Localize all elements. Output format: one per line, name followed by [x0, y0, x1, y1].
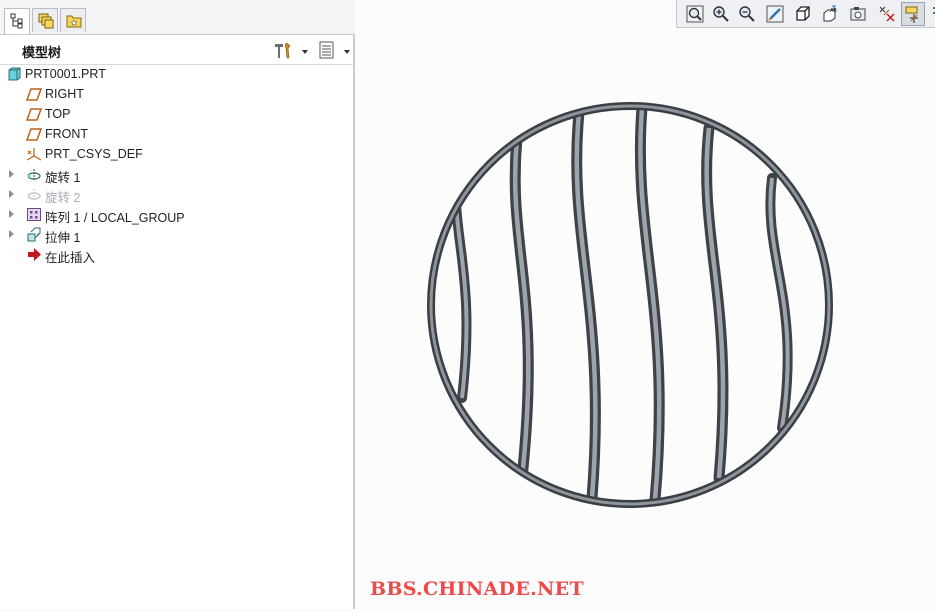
zoom-out-icon: [739, 6, 755, 22]
chevron-down-icon: [302, 50, 308, 54]
insert-here-arrow-icon: [28, 248, 41, 261]
tree-settings-button[interactable]: [273, 41, 308, 59]
tree-item-revolve-1[interactable]: 旋转 1: [0, 164, 353, 185]
settings-hammer-icon: [275, 42, 291, 59]
tree-item-label: PRT_CSYS_DEF: [45, 147, 143, 161]
model-tree-panel: 模型树 PRT0001.PRT RIGHT TOP FRONT PRT_CSYS…: [0, 0, 355, 609]
annotation-display-icon: [933, 7, 935, 14]
wavy-bars: [450, 109, 793, 501]
refit-button[interactable]: [683, 2, 707, 26]
navigator-tabs: [0, 0, 355, 35]
tree-item-prt-csys-def[interactable]: PRT_CSYS_DEF: [0, 144, 353, 164]
view-manager-icon: [850, 7, 866, 21]
tree-item-label: TOP: [45, 107, 71, 121]
revolve-icon: [27, 189, 41, 201]
tree-item-top[interactable]: TOP: [0, 104, 353, 124]
saved-orientations-button[interactable]: AB: [819, 2, 843, 26]
part-icon: [8, 67, 21, 81]
expand-arrow-icon[interactable]: [9, 170, 14, 178]
refit-icon: [686, 5, 704, 23]
tab-favorites[interactable]: [60, 8, 86, 32]
tree-columns-button[interactable]: [318, 41, 350, 59]
layers-tab-icon: [38, 13, 54, 29]
graphics-viewport[interactable]: [357, 28, 935, 609]
spin-center-button[interactable]: [901, 2, 925, 26]
tree-item-revolve-2[interactable]: 旋转 2: [0, 184, 353, 205]
model-tree-tab-icon: [10, 13, 23, 29]
wavy-bar-3: [571, 109, 601, 501]
model-tree-title: 模型树: [22, 45, 62, 60]
model-tree-header: 模型树: [0, 36, 353, 65]
repaint-button[interactable]: [763, 2, 787, 26]
tree-item-label: FRONT: [45, 127, 89, 141]
revolve-icon: [27, 169, 41, 181]
tree-item-pattern-1[interactable]: 阵列 1 / LOCAL_GROUP: [0, 204, 353, 225]
tree-item-label: PRT0001.PRT: [25, 67, 106, 81]
tree-item-insert-here[interactable]: 在此插入: [0, 244, 353, 265]
expand-arrow-icon[interactable]: [9, 230, 14, 238]
zoom-in-icon: [713, 6, 729, 22]
saved-orientations-icon: AB: [823, 5, 837, 22]
zoom-in-button[interactable]: [709, 2, 733, 26]
tab-model-tree[interactable]: [4, 8, 30, 34]
graphics-toolbar: AB: [676, 0, 935, 28]
view-manager-button[interactable]: [847, 2, 871, 26]
watermark: BBS.CHINADE.NET: [370, 578, 584, 600]
outer-ring: [427, 102, 833, 508]
datum-display-filter-button[interactable]: [875, 2, 899, 26]
pattern-icon: [27, 208, 41, 221]
tab-layers[interactable]: [32, 8, 58, 32]
expand-arrow-icon[interactable]: [9, 210, 14, 218]
tree-item-right[interactable]: RIGHT: [0, 84, 353, 104]
repaint-icon: [766, 5, 784, 23]
svg-text:AB: AB: [830, 8, 837, 14]
datum-plane-icon: [26, 88, 42, 101]
chevron-down-icon: [344, 50, 350, 54]
tree-item-extrude-1[interactable]: 拉伸 1: [0, 224, 353, 245]
extrude-icon: [27, 227, 41, 242]
datum-plane-icon: [26, 108, 42, 121]
datum-plane-icon: [26, 128, 42, 141]
tree-item-label: RIGHT: [45, 87, 84, 101]
datum-display-filter-icon: [879, 6, 895, 22]
tree-item-label: 在此插入: [45, 251, 96, 265]
coordinate-system-icon: [26, 148, 42, 161]
spin-center-icon: [905, 6, 918, 23]
model-3d-view[interactable]: [357, 28, 935, 609]
tree-item-front[interactable]: FRONT: [0, 124, 353, 144]
zoom-out-button[interactable]: [735, 2, 759, 26]
display-style-button[interactable]: [791, 2, 815, 26]
expand-arrow-icon[interactable]: [9, 190, 14, 198]
display-style-icon: [796, 6, 810, 21]
annotation-display-button[interactable]: [929, 2, 935, 26]
tree-item-prt0001[interactable]: PRT0001.PRT: [0, 64, 353, 84]
tree-columns-icon: [319, 41, 334, 59]
favorites-folder-tab-icon: [66, 15, 82, 28]
